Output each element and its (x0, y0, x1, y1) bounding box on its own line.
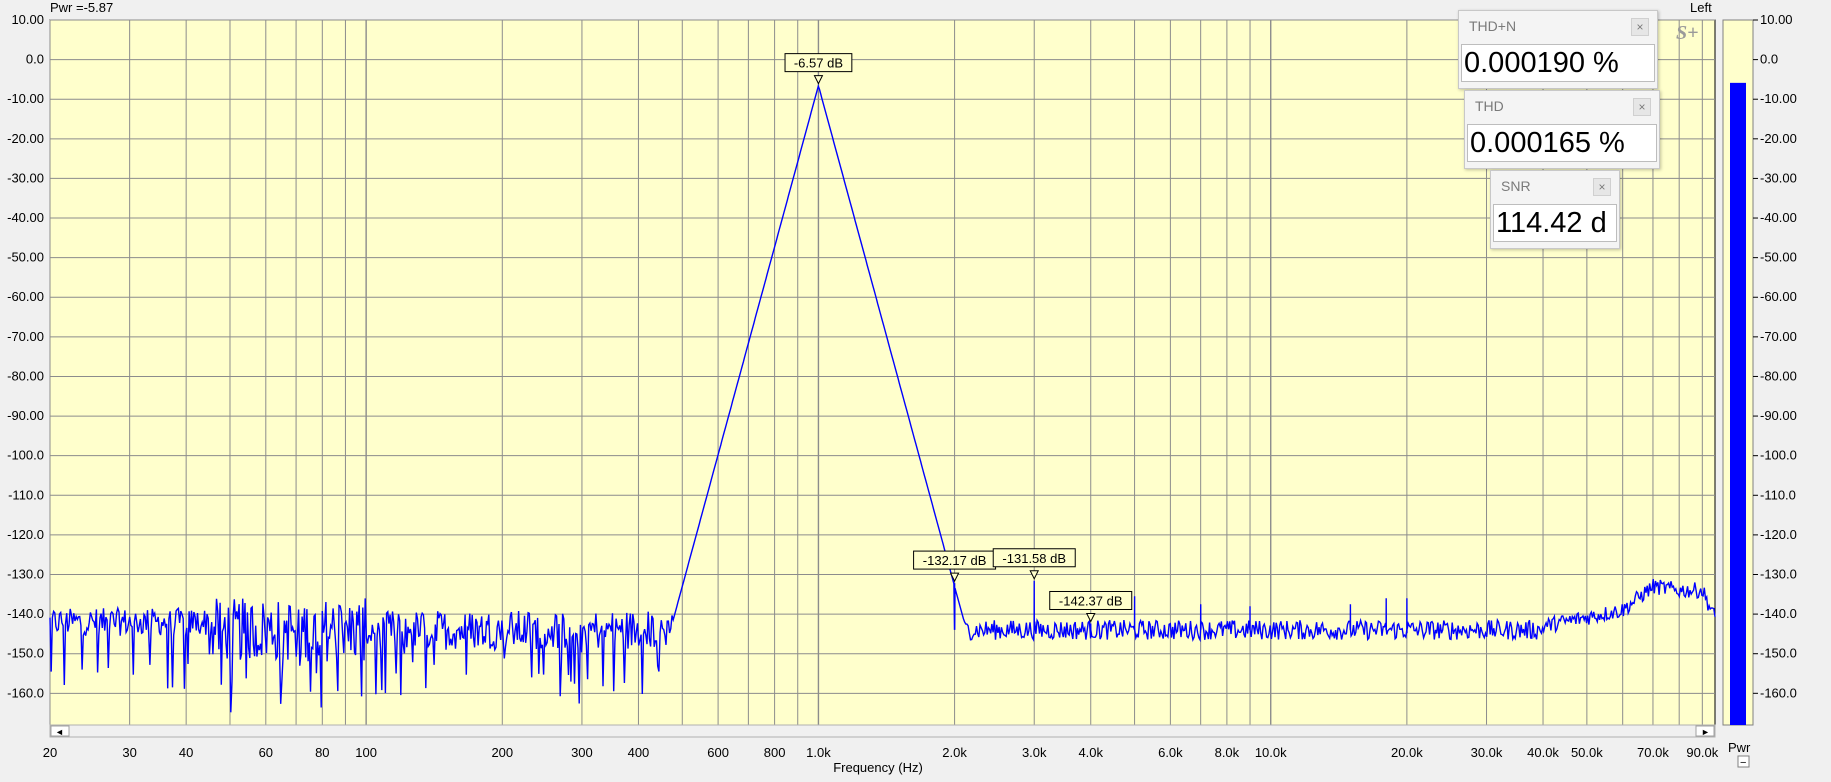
x-tick-label: 2.0k (942, 745, 967, 760)
x-tick-label: 40 (179, 745, 193, 760)
level-meter-bar (1730, 82, 1746, 725)
meter-snr-title: SNR (1501, 178, 1531, 194)
power-readout: Pwr =-5.87 (50, 0, 114, 15)
y-tick-label: -40.00 (7, 210, 44, 225)
y-tick-label: -130.0 (7, 566, 44, 581)
meter-thdn-title: THD+N (1469, 18, 1517, 34)
right-axis-label: Pwr (1728, 740, 1751, 755)
x-tick-label: 200 (491, 745, 513, 760)
right-tick-label: -30.00 (1760, 170, 1797, 185)
meter-thd-title: THD (1475, 98, 1504, 114)
y-tick-label: -60.00 (7, 289, 44, 304)
right-tick-label: -50.00 (1760, 250, 1797, 265)
y-tick-label: -50.00 (7, 250, 44, 265)
h-scrollbar[interactable] (49, 724, 1716, 738)
x-tick-label: 600 (707, 745, 729, 760)
x-tick-label: 20.0k (1391, 745, 1423, 760)
x-tick-label: 300 (571, 745, 593, 760)
y-tick-label: -160.0 (7, 685, 44, 700)
x-tick-label: 4.0k (1078, 745, 1103, 760)
right-tick-label: -110.0 (1760, 487, 1796, 502)
meter-thdn[interactable]: THD+N × 0.000190 % (1458, 10, 1658, 89)
right-tick-label: -20.00 (1760, 131, 1797, 146)
meter-snr[interactable]: SNR × 114.42 d (1490, 170, 1620, 249)
y-tick-label: -80.00 (7, 368, 44, 383)
x-axis: 20 30 40 60 80 100 200 300 400 600 800 1.0k 2.0k 3.0k… (43, 745, 1719, 760)
y-tick-label: -20.00 (7, 131, 44, 146)
x-tick-label: 30 (122, 745, 136, 760)
y-tick-label: 10.00 (11, 12, 44, 27)
right-tick-label: 10.00 (1760, 12, 1793, 27)
y-tick-label: -120.0 (7, 527, 44, 542)
peak-marker-label: -142.37 dB (1059, 593, 1123, 608)
y-axis: 10.00 0.0 -10.00 -20.00 -30.00 -40.00 -50.00 -6… (7, 12, 44, 700)
y-tick-label: -100.0 (7, 448, 44, 463)
right-tick-label: 0.0 (1760, 52, 1778, 67)
x-tick-label: 10.0k (1255, 745, 1287, 760)
right-tick-label: -150.0 (1760, 646, 1797, 661)
scroll-left-glyph: ◄ (55, 727, 64, 737)
x-tick-label: 800 (764, 745, 786, 760)
right-tick-label: -100.0 (1760, 448, 1797, 463)
x-tick-label: 100 (355, 745, 377, 760)
right-tick-label: -60.00 (1760, 289, 1797, 304)
x-tick-label: 6.0k (1158, 745, 1183, 760)
scroll-right-glyph: ► (1701, 727, 1710, 737)
peak-marker-label: -6.57 dB (794, 56, 843, 71)
y-tick-label: -90.00 (7, 408, 44, 423)
close-icon[interactable]: × (1633, 98, 1651, 116)
y-tick-label: -30.00 (7, 170, 44, 185)
right-tick-label: -80.00 (1760, 368, 1797, 383)
y-tick-label: -10.00 (7, 91, 44, 106)
right-tick-label: -70.00 (1760, 329, 1797, 344)
close-icon[interactable]: × (1631, 18, 1649, 36)
right-tick-label: -140.0 (1760, 606, 1797, 621)
peak-marker-label: -131.58 dB (1002, 551, 1066, 566)
x-tick-label: 70.0k (1637, 745, 1669, 760)
x-tick-label: 90.0k (1686, 745, 1718, 760)
x-tick-label: 30.0k (1471, 745, 1503, 760)
right-tick-label: -130.0 (1760, 566, 1797, 581)
x-tick-label: 1.0k (806, 745, 831, 760)
collapse-glyph: − (1740, 757, 1746, 769)
logo: S+ (1676, 22, 1699, 44)
right-tick-label: -160.0 (1760, 685, 1797, 700)
x-tick-label: 60 (259, 745, 273, 760)
meter-snr-value: 114.42 d (1493, 204, 1617, 242)
right-tick-label: -120.0 (1760, 527, 1797, 542)
close-icon[interactable]: × (1593, 178, 1611, 196)
right-tick-label: -10.00 (1760, 91, 1797, 106)
x-tick-label: 3.0k (1022, 745, 1047, 760)
peak-marker-label: -132.17 dB (923, 553, 987, 568)
x-tick-label: 80 (315, 745, 329, 760)
x-tick-label: 50.0k (1571, 745, 1603, 760)
right-tick-label: -90.00 (1760, 408, 1797, 423)
x-tick-label: 20 (43, 745, 57, 760)
y-tick-label: -70.00 (7, 329, 44, 344)
meter-thd-value: 0.000165 % (1467, 124, 1657, 162)
y-tick-label: -150.0 (7, 646, 44, 661)
right-tick-label: -40.00 (1760, 210, 1797, 225)
y-tick-label: -110.0 (8, 487, 44, 502)
x-tick-label: 40.0k (1527, 745, 1559, 760)
channel-label: Left (1690, 0, 1712, 15)
meter-thdn-value: 0.000190 % (1461, 44, 1655, 82)
meter-thd[interactable]: THD × 0.000165 % (1464, 90, 1660, 169)
x-tick-label: 8.0k (1215, 745, 1240, 760)
right-axis: 10.00 0.0 -10.00 -20.00 -30.00 -40.00 -50.00 -6… (1753, 12, 1797, 700)
x-axis-label: Frequency (Hz) (833, 760, 923, 775)
x-tick-label: 400 (628, 745, 650, 760)
y-tick-label: -140.0 (7, 606, 44, 621)
y-tick-label: 0.0 (26, 52, 44, 67)
